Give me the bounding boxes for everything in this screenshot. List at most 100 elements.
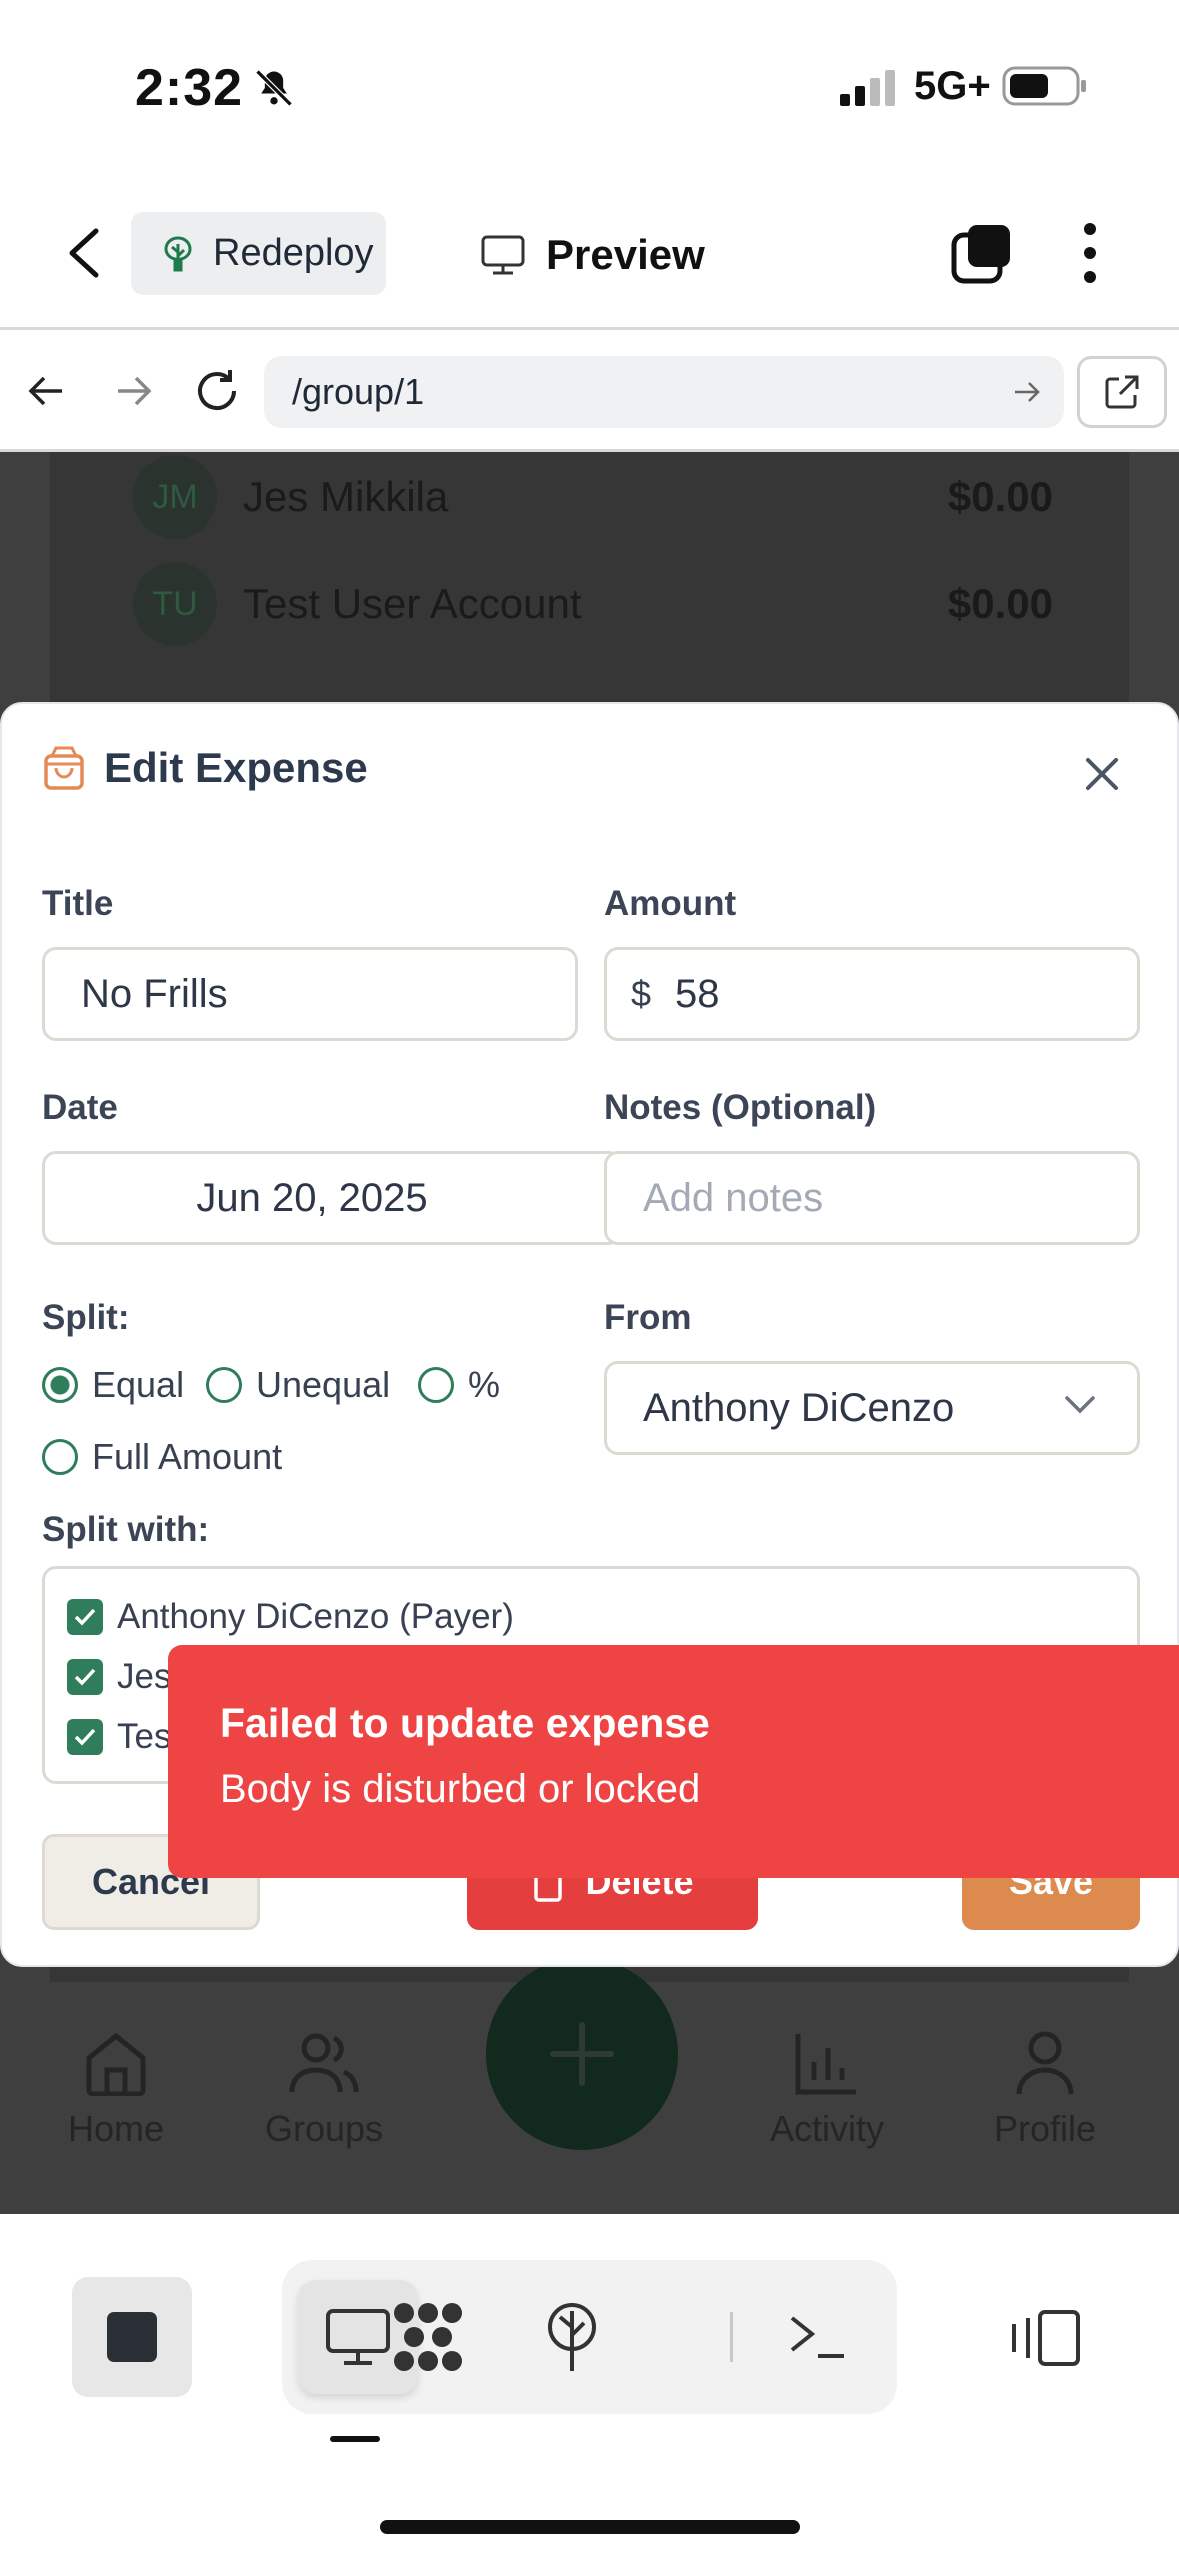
member-name: Jes Mikkila [243,473,449,520]
users-icon [288,2030,360,2096]
layout-toggle-icon[interactable] [1010,2308,1082,2368]
tree-icon [159,234,197,274]
amount-input[interactable]: $ 58 [604,947,1140,1041]
member-amount: $0.00 [947,473,1053,520]
tool-deploy[interactable] [512,2280,632,2394]
tool-workflows[interactable] [368,2280,488,2394]
preview-label: Preview [546,231,705,278]
modal-title: Edit Expense [104,744,368,791]
toast-title: Failed to update expense [220,1700,710,1746]
active-tool-indicator [330,2436,380,2442]
add-expense-fab[interactable] [486,1958,678,2150]
date-label: Date [42,1088,118,1127]
back-chevron-icon[interactable] [62,225,108,281]
signal-icon [840,68,898,108]
notes-placeholder: Add notes [643,1175,824,1220]
date-input[interactable]: Jun 20, 2025 [42,1151,622,1245]
amount-value: 58 [675,971,720,1016]
notes-label: Notes (Optional) [604,1088,877,1127]
split-option-full-amount[interactable]: Full Amount [42,1436,282,1478]
member-row: TU Test User Account $0.00 [133,559,1053,649]
split-option-unequal[interactable]: Unequal [206,1364,390,1406]
home-icon [81,2030,151,2096]
error-toast[interactable]: Failed to update expense Body is disturb… [168,1645,1179,1878]
nav-home-label: Home [68,2108,165,2149]
home-indicator [380,2520,800,2534]
monitor-icon [480,234,526,276]
nav-back-arrow-icon[interactable] [26,370,68,412]
split-option-equal[interactable]: Equal [42,1364,184,1406]
url-bar-row: /group/1 [0,330,1179,452]
avatar: TU [133,562,217,646]
nav-profile-label: Profile [994,2108,1097,2149]
bar-chart-icon [794,2030,860,2096]
tool-terminal[interactable] [758,2280,878,2394]
battery-icon [1002,64,1088,108]
redeploy-label: Redeploy [213,232,374,274]
split-option-label: Equal [92,1364,185,1405]
open-external-button[interactable] [1077,356,1167,428]
date-value: Jun 20, 2025 [196,1175,428,1220]
split-option-percent[interactable]: % [418,1364,500,1406]
status-time: 2:32 [135,59,244,117]
external-link-icon [1103,373,1141,411]
close-icon[interactable] [1082,754,1130,802]
radio[interactable] [42,1439,78,1475]
nav-activity-label: Activity [770,2108,885,2149]
status-bar: 2:32 5G+ [0,0,1179,175]
from-label: From [604,1298,692,1337]
nav-groups-label: Groups [265,2108,384,2149]
split-label: Split: [42,1298,130,1337]
avatar: JM [133,455,217,539]
title-value: No Frills [81,971,228,1016]
tool-group [282,2260,897,2414]
nav-activity[interactable]: Activity [770,2030,884,2150]
split-with-label: Split with: [42,1510,210,1549]
title-input[interactable]: No Frills [42,947,578,1041]
network-type: 5G+ [914,64,991,108]
split-option-label: Unequal [256,1364,391,1405]
dots-cluster-icon [390,2299,466,2375]
more-vertical-icon[interactable] [1072,221,1108,285]
member-amount: $0.00 [947,580,1053,627]
nav-forward-arrow-icon[interactable] [112,370,154,412]
preview-tab[interactable]: Preview [480,220,705,290]
toast-message: Body is disturbed or locked [220,1767,701,1811]
url-input[interactable]: /group/1 [264,356,1064,428]
currency-symbol: $ [631,973,652,1014]
redeploy-button[interactable]: Redeploy [131,212,386,295]
split-with-item[interactable]: Anthony DiCenzo (Payer) [67,1597,514,1637]
from-value: Anthony DiCenzo [643,1385,955,1430]
stop-icon [105,2310,159,2364]
radio[interactable] [206,1367,242,1403]
reload-icon[interactable] [192,366,242,416]
user-icon [1015,2030,1075,2096]
nav-home[interactable]: Home [68,2030,164,2150]
title-label: Title [42,884,114,923]
url-text: /group/1 [292,371,425,412]
member-name: Test User Account [243,580,582,627]
tool-divider [730,2312,733,2362]
silent-bell-icon [252,66,296,110]
nav-groups[interactable]: Groups [265,2030,383,2150]
plus-icon [547,2019,617,2089]
member-row: JM Jes Mikkila $0.00 [133,452,1053,542]
amount-label: Amount [604,884,737,923]
modal-header: Edit Expense [42,744,368,792]
tabs-icon[interactable] [950,223,1014,287]
nav-profile[interactable]: Profile [994,2030,1096,2150]
checkbox-checked[interactable] [67,1719,103,1755]
chevron-down-icon [1063,1394,1097,1416]
split-option-label: % [468,1364,501,1405]
editor-toolbar [0,2214,1179,2556]
radio-selected[interactable] [42,1367,78,1403]
shopping-bag-icon [42,744,86,792]
radio[interactable] [418,1367,454,1403]
stop-button[interactable] [72,2277,192,2397]
terminal-icon [786,2310,850,2364]
checkbox-checked[interactable] [67,1599,103,1635]
go-arrow-icon[interactable] [1012,378,1042,406]
notes-input[interactable]: Add notes [604,1151,1140,1245]
from-select[interactable]: Anthony DiCenzo [604,1361,1140,1455]
checkbox-checked[interactable] [67,1659,103,1695]
